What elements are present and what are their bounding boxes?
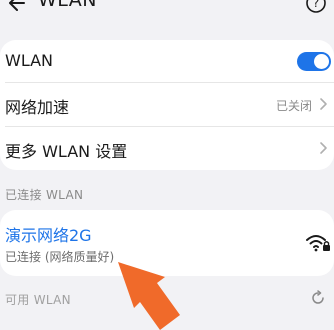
wifi-signal-icon[interactable] xyxy=(305,232,331,254)
network-boost-label: 网络加速 xyxy=(5,98,70,117)
toggle-knob xyxy=(314,54,329,69)
wlan-toggle-row[interactable]: WLAN xyxy=(0,40,334,82)
page-title: WLAN xyxy=(38,0,98,11)
network-name: 演示网络2G xyxy=(5,226,92,245)
svg-text:?: ? xyxy=(313,0,319,10)
wlan-toggle[interactable] xyxy=(297,52,331,71)
chevron-right-icon xyxy=(320,142,327,154)
network-boost-row[interactable]: 网络加速 已关闭 xyxy=(0,83,334,125)
help-icon[interactable]: ? xyxy=(305,0,327,14)
connected-section-label: 已连接 WLAN xyxy=(5,188,84,202)
network-boost-value: 已关闭 xyxy=(275,99,312,113)
wlan-label: WLAN xyxy=(5,51,54,70)
chevron-right-icon xyxy=(320,98,327,110)
back-arrow-icon[interactable] xyxy=(6,0,28,14)
more-wlan-settings-row[interactable]: 更多 WLAN 设置 xyxy=(0,127,334,169)
settings-card: WLAN 网络加速 已关闭 更多 WLAN 设置 xyxy=(0,40,334,170)
top-bar: WLAN ? xyxy=(0,0,334,18)
network-status: 已连接 (网络质量好) xyxy=(5,250,115,264)
available-section-label: 可用 WLAN xyxy=(5,293,71,307)
more-wlan-settings-label: 更多 WLAN 设置 xyxy=(5,142,128,161)
connected-network-card[interactable]: 演示网络2G 已连接 (网络质量好) xyxy=(0,210,334,276)
refresh-icon[interactable] xyxy=(310,290,326,306)
